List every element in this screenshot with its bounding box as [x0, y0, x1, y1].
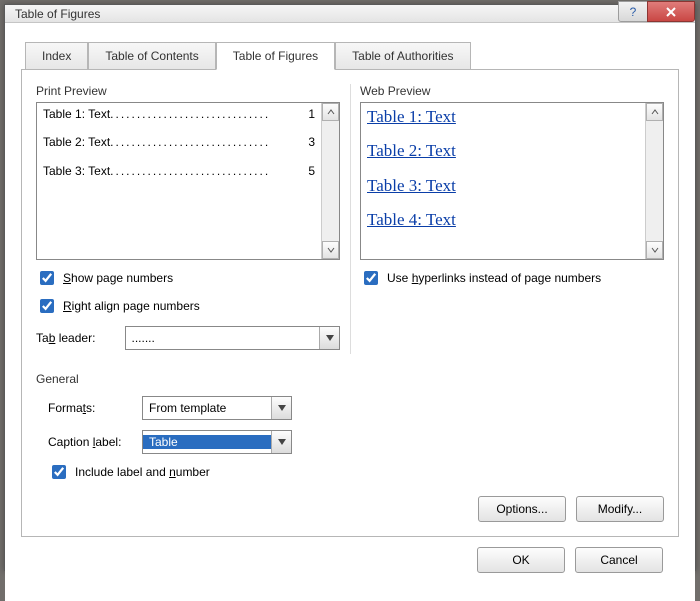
include-label-checkbox[interactable]: Include label and number	[48, 462, 664, 482]
show-page-numbers-input[interactable]	[40, 271, 54, 285]
close-icon	[665, 6, 677, 18]
print-preview-section: Print Preview Table 1: Text ............…	[36, 84, 340, 350]
show-page-numbers-checkbox[interactable]: Show page numbers	[36, 268, 340, 288]
leader-dots: ..............................	[110, 107, 304, 121]
web-row-link[interactable]: Table 4: Text	[367, 210, 456, 228]
tab-table-of-authorities[interactable]: Table of Authorities	[335, 42, 470, 70]
use-hyperlinks-label: Use hyperlinks instead of page numbers	[387, 271, 601, 285]
scroll-track[interactable]	[322, 121, 339, 241]
include-label-text: Include label and number	[75, 465, 210, 479]
tab-panel: Print Preview Table 1: Text ............…	[21, 69, 679, 537]
formats-row: Formats: From template	[48, 396, 664, 420]
dropdown-button[interactable]	[271, 431, 291, 453]
right-align-input[interactable]	[40, 299, 54, 313]
caption-label-select[interactable]: Table	[142, 430, 292, 454]
caption-label-row: Caption label: Table	[48, 430, 664, 454]
ok-button[interactable]: OK	[477, 547, 565, 573]
web-row-link[interactable]: Table 2: Text	[367, 141, 456, 161]
help-button[interactable]: ?	[618, 1, 648, 22]
dialog-title: Table of Figures	[15, 7, 618, 21]
web-preview-row: Table 4: Text	[367, 210, 639, 228]
formats-value: From template	[143, 401, 271, 415]
print-row-page: 5	[304, 164, 315, 178]
tab-strip: Index Table of Contents Table of Figures…	[25, 41, 679, 69]
print-row-page: 3	[304, 135, 315, 149]
print-preview-box: Table 1: Text ..........................…	[36, 102, 340, 260]
right-align-label: Right align page numbers	[63, 299, 200, 313]
dropdown-button[interactable]	[271, 397, 291, 419]
svg-text:?: ?	[630, 6, 637, 18]
print-preview-content: Table 1: Text ..........................…	[37, 103, 321, 259]
dialog-body: Index Table of Contents Table of Figures…	[5, 23, 695, 601]
web-preview-row: Table 2: Text	[367, 141, 639, 161]
formats-select[interactable]: From template	[142, 396, 292, 420]
modify-button[interactable]: Modify...	[576, 496, 664, 522]
chevron-down-icon	[278, 405, 286, 411]
scroll-up-button[interactable]	[322, 103, 339, 121]
right-align-checkbox[interactable]: Right align page numbers	[36, 296, 340, 316]
web-preview-scrollbar[interactable]	[645, 103, 663, 259]
print-preview-scrollbar[interactable]	[321, 103, 339, 259]
show-page-numbers-label: Show page numbers	[63, 271, 173, 285]
vertical-divider	[350, 84, 351, 354]
use-hyperlinks-checkbox[interactable]: Use hyperlinks instead of page numbers	[360, 268, 664, 288]
help-icon: ?	[627, 6, 639, 18]
print-preview-row: Table 3: Text ..........................…	[43, 164, 315, 178]
tab-index[interactable]: Index	[25, 42, 88, 70]
print-row-label: Table 1: Text	[43, 107, 110, 121]
print-preview-row: Table 1: Text ..........................…	[43, 107, 315, 121]
chevron-down-icon	[278, 439, 286, 445]
web-row-link[interactable]: Table 1: Text	[367, 107, 456, 127]
close-button[interactable]	[647, 1, 695, 22]
dropdown-button[interactable]	[319, 327, 339, 349]
web-preview-section: Web Preview Table 1: Text Table 2: Text …	[360, 84, 664, 350]
chevron-down-icon	[651, 246, 659, 254]
web-preview-label: Web Preview	[360, 84, 664, 98]
chevron-up-icon	[327, 108, 335, 116]
print-row-label: Table 3: Text	[43, 164, 110, 178]
tab-table-of-contents[interactable]: Table of Contents	[88, 42, 215, 70]
include-label-input[interactable]	[52, 465, 66, 479]
cancel-button[interactable]: Cancel	[575, 547, 663, 573]
print-row-page: 1	[304, 107, 315, 121]
web-preview-row: Table 1: Text	[367, 107, 639, 127]
leader-dots: ..............................	[110, 135, 304, 149]
web-preview-row: Table 3: Text	[367, 176, 639, 196]
tab-table-of-figures[interactable]: Table of Figures	[216, 42, 335, 70]
tab-leader-row: Tab leader: .......	[36, 326, 340, 350]
print-preview-row: Table 2: Text ..........................…	[43, 135, 315, 149]
web-row-link[interactable]: Table 3: Text	[367, 176, 456, 196]
use-hyperlinks-input[interactable]	[364, 271, 378, 285]
print-row-label: Table 2: Text	[43, 135, 110, 149]
dialog-footer: OK Cancel	[21, 537, 679, 587]
tab-leader-label: Tab leader:	[36, 331, 117, 345]
print-preview-label: Print Preview	[36, 84, 340, 98]
web-preview-box: Table 1: Text Table 2: Text Table 3: Tex…	[360, 102, 664, 260]
chevron-down-icon	[326, 335, 334, 341]
leader-dots: ..............................	[110, 164, 304, 178]
tab-leader-value: .......	[126, 331, 319, 345]
dialog-table-of-figures: Table of Figures ? Index Table of Conten…	[4, 4, 696, 571]
options-button[interactable]: Options...	[478, 496, 566, 522]
web-preview-content: Table 1: Text Table 2: Text Table 3: Tex…	[361, 103, 645, 259]
scroll-up-button[interactable]	[646, 103, 663, 121]
formats-label: Formats:	[48, 401, 134, 415]
chevron-down-icon	[327, 246, 335, 254]
general-group: General Formats: From template Caption l…	[36, 372, 664, 482]
tab-leader-select[interactable]: .......	[125, 326, 340, 350]
scroll-down-button[interactable]	[322, 241, 339, 259]
scroll-track[interactable]	[646, 121, 663, 241]
chevron-up-icon	[651, 108, 659, 116]
caption-label-value: Table	[143, 435, 271, 449]
scroll-down-button[interactable]	[646, 241, 663, 259]
general-group-title: General	[36, 372, 664, 386]
titlebar: Table of Figures ?	[5, 5, 695, 23]
caption-label-label: Caption label:	[48, 435, 134, 449]
inner-button-row: Options... Modify...	[36, 496, 664, 522]
